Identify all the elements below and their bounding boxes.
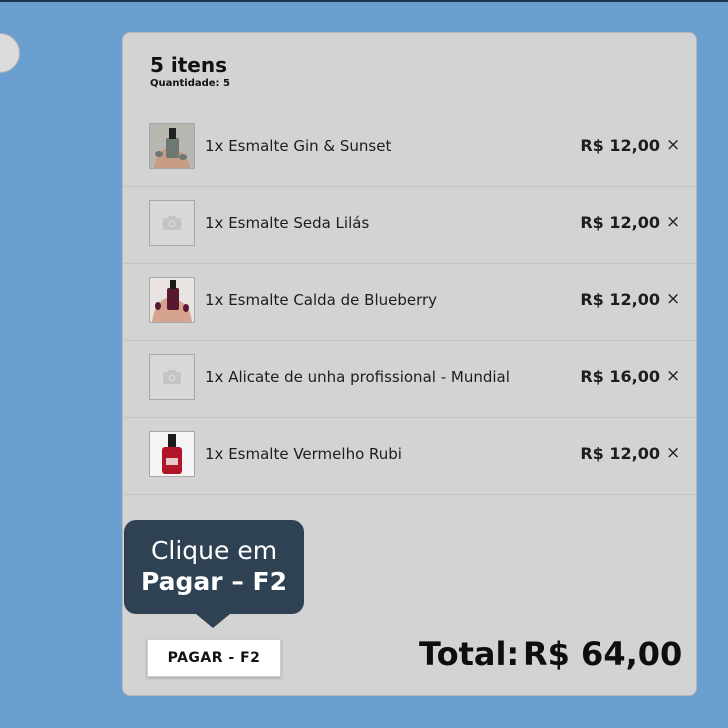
pay-button[interactable]: PAGAR - F2 xyxy=(147,639,281,677)
cart-item: 1x Esmalte Vermelho Rubi R$ 12,00 × xyxy=(123,418,696,495)
red-polish-bottle-icon xyxy=(150,432,194,476)
item-price: R$ 12,00 xyxy=(580,136,660,155)
remove-item-button[interactable]: × xyxy=(666,443,680,463)
remove-item-button[interactable]: × xyxy=(666,289,680,309)
item-price: R$ 16,00 xyxy=(580,367,660,386)
item-name: 1x Esmalte Gin & Sunset xyxy=(205,137,392,155)
cart-item: 1x Esmalte Gin & Sunset R$ 12,00 × xyxy=(123,110,696,187)
item-price: R$ 12,00 xyxy=(580,213,660,232)
product-thumbnail xyxy=(149,431,195,477)
cart-title: 5 itens xyxy=(150,53,228,77)
item-price: R$ 12,00 xyxy=(580,290,660,309)
total-value: R$ 64,00 xyxy=(523,635,683,673)
side-toggle-button[interactable] xyxy=(0,33,20,73)
camera-placeholder-icon xyxy=(163,370,181,384)
hand-polish-photo-icon xyxy=(150,278,194,322)
tooltip-line2: Pagar – F2 xyxy=(141,567,287,596)
cart-item: 1x Alicate de unha profissional - Mundia… xyxy=(123,341,696,418)
tooltip-line1: Clique em xyxy=(150,536,278,565)
total-label: Total: xyxy=(419,635,520,673)
cart-item: 1x Esmalte Calda de Blueberry R$ 12,00 × xyxy=(123,264,696,341)
camera-placeholder-icon xyxy=(163,216,181,230)
item-name: 1x Esmalte Vermelho Rubi xyxy=(205,445,402,463)
cart-item-list: 1x Esmalte Gin & Sunset R$ 12,00 × 1x Es… xyxy=(123,110,696,495)
product-thumbnail xyxy=(149,354,195,400)
product-thumbnail xyxy=(149,123,195,169)
top-border xyxy=(0,0,728,2)
remove-item-button[interactable]: × xyxy=(666,366,680,386)
hand-polish-photo-icon xyxy=(150,124,194,168)
remove-item-button[interactable]: × xyxy=(666,135,680,155)
tooltip-arrow xyxy=(196,614,230,628)
product-thumbnail xyxy=(149,200,195,246)
product-thumbnail xyxy=(149,277,195,323)
item-name: 1x Esmalte Seda Lilás xyxy=(205,214,370,232)
remove-item-button[interactable]: × xyxy=(666,212,680,232)
item-name: 1x Esmalte Calda de Blueberry xyxy=(205,291,438,309)
item-price: R$ 12,00 xyxy=(580,444,660,463)
cart-item: 1x Esmalte Seda Lilás R$ 12,00 × xyxy=(123,187,696,264)
cart-quantity: Quantidade: 5 xyxy=(150,78,230,89)
pay-tooltip: Clique em Pagar – F2 xyxy=(124,520,304,614)
item-name: 1x Alicate de unha profissional - Mundia… xyxy=(205,368,510,386)
